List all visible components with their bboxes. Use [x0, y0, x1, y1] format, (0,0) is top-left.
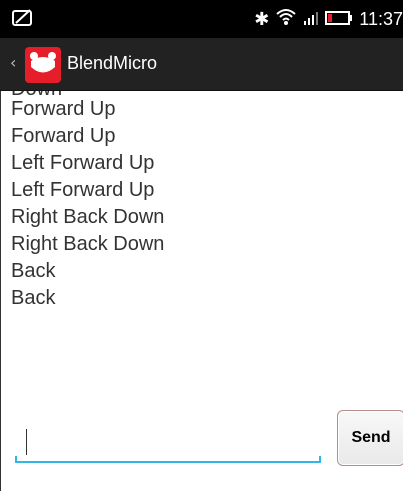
chevron-left-icon[interactable]: ‹: [10, 55, 16, 71]
log-line: Right Back Down: [11, 206, 165, 228]
text-caret: [26, 429, 27, 455]
log-line: Back: [11, 260, 56, 282]
status-bar: ✱ 11:37: [0, 0, 403, 38]
log-line: Right Back Down: [11, 233, 165, 255]
message-input[interactable]: [15, 425, 321, 463]
log-line: Left Forward Up: [11, 179, 155, 201]
app-title: BlendMicro: [67, 53, 158, 73]
battery-icon: [325, 9, 353, 30]
log-line: Forward Up: [11, 125, 116, 147]
send-button[interactable]: Send: [337, 410, 403, 466]
signal-icon: [303, 9, 319, 30]
log-line: Forward Up: [11, 98, 116, 120]
log-line: Back: [11, 287, 56, 309]
log-line: Left Forward Up: [11, 152, 155, 174]
bluetooth-icon: ✱: [254, 8, 270, 29]
wifi-icon: [275, 8, 297, 31]
status-icons: ✱ 11:37: [254, 7, 403, 31]
status-time: 11:37: [359, 8, 403, 29]
app-logo-icon[interactable]: [25, 47, 61, 83]
signature-icon: [12, 8, 34, 28]
action-bar: ‹ BlendMicro: [0, 38, 403, 91]
